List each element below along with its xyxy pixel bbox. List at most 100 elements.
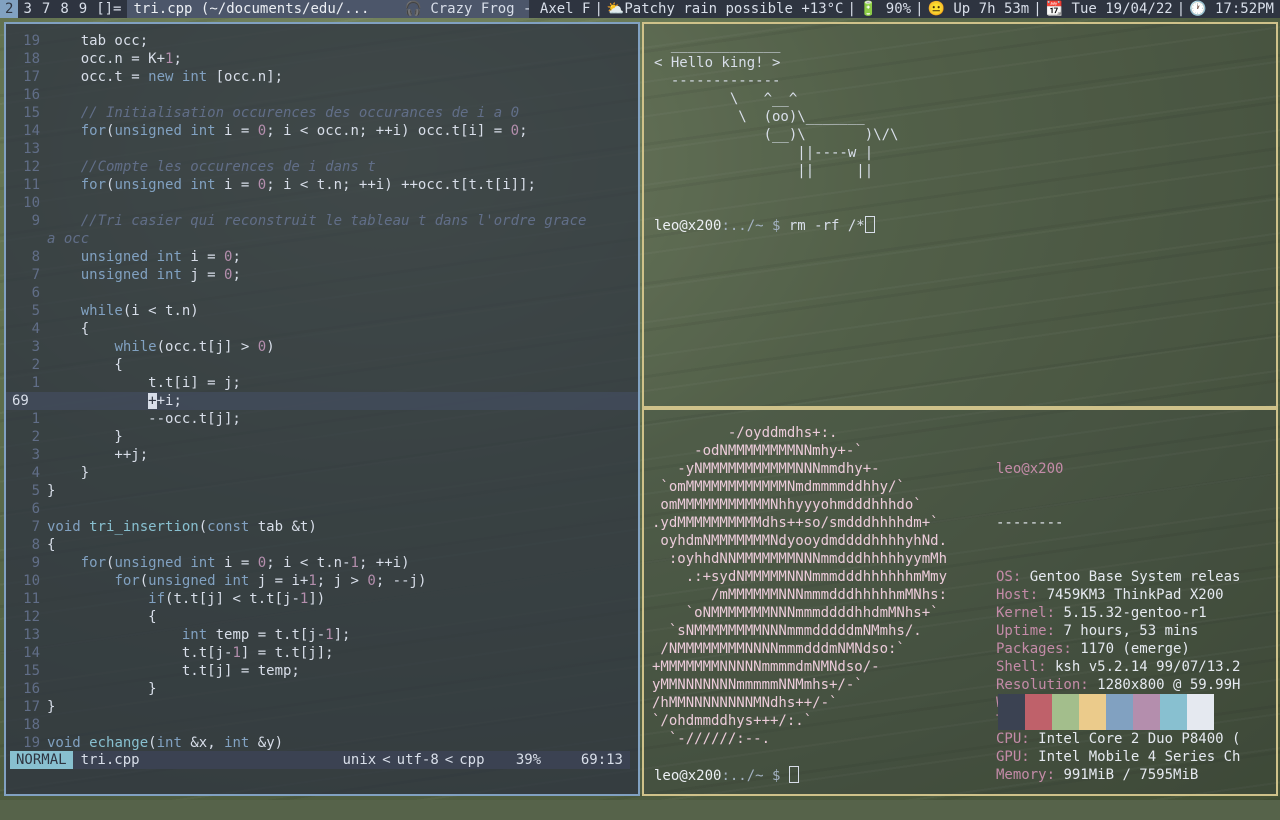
line-number: 7 xyxy=(31,267,40,283)
field-key: Kernel: xyxy=(996,605,1056,621)
vim-line[interactable]: 3 while(occ.t[j] > 0) xyxy=(6,338,638,356)
vim-line[interactable]: 5 while(i < t.n) xyxy=(6,302,638,320)
vim-line[interactable]: 12 //Compte les occurences de i dans t xyxy=(6,158,638,176)
music-status: 🎧 Crazy Frog - Axel F xyxy=(404,1,591,17)
line-number: 10 xyxy=(23,195,40,211)
color-swatch xyxy=(1079,694,1106,730)
line-text: { xyxy=(47,321,90,337)
color-swatch xyxy=(1160,694,1187,730)
vim-line[interactable]: 17} xyxy=(6,698,638,716)
vim-line[interactable]: 9 //Tri casier qui reconstruit le tablea… xyxy=(6,212,638,230)
layout-indicator[interactable]: []= xyxy=(92,0,127,18)
vim-window[interactable]: 19 tab occ; 18 occ.n = K+1; 17 occ.t = new… xyxy=(4,22,640,796)
vim-line[interactable]: 9 for(unsigned int i = 0; i < t.n-1; ++i… xyxy=(6,554,638,572)
vim-line[interactable]: 1 --occ.t[j]; xyxy=(6,410,638,428)
vim-cursor: + xyxy=(148,393,157,409)
vim-line[interactable]: 7 unsigned int j = 0; xyxy=(6,266,638,284)
field-value: 7 hours, 53 mins xyxy=(1055,623,1199,639)
tag-9[interactable]: 9 xyxy=(74,0,92,18)
field-value: ksh v5.2.14 99/07/13.2 xyxy=(1046,659,1241,675)
vim-line[interactable]: a occ xyxy=(6,230,638,248)
vim-line[interactable]: 16 } xyxy=(6,680,638,698)
line-text: void tri_insertion(const tab &t) xyxy=(47,519,317,535)
tag-2[interactable]: 2 xyxy=(0,0,19,18)
vim-line[interactable]: 12 { xyxy=(6,608,638,626)
vim-line[interactable]: 11 if(t.t[j] < t.t[j-1]) xyxy=(6,590,638,608)
tag-8[interactable]: 8 xyxy=(55,0,73,18)
vim-line[interactable]: 2 { xyxy=(6,356,638,374)
prompt-path: :../~ $ xyxy=(721,768,789,784)
neofetch-title: leo@x200 xyxy=(996,461,1064,477)
vim-line[interactable]: 14 for(unsigned int i = 0; i < occ.n; ++… xyxy=(6,122,638,140)
vim-line[interactable]: 17 occ.t = new int [occ.n]; xyxy=(6,68,638,86)
field-value: 1280x800 @ 59.99H xyxy=(1088,677,1241,693)
neofetch-info: leo@x200 -------- OS: Gentoo Base System… xyxy=(996,424,1240,820)
vim-line[interactable]: 6 xyxy=(6,284,638,302)
field-key: Memory: xyxy=(996,767,1056,783)
vim-line[interactable]: 11 for(unsigned int i = 0; i < t.n; ++i)… xyxy=(6,176,638,194)
vim-buffer[interactable]: 19 tab occ; 18 occ.n = K+1; 17 occ.t = new… xyxy=(6,32,638,752)
vim-line[interactable]: 4 } xyxy=(6,464,638,482)
field-value: Intel Core 2 Duo P8400 ( xyxy=(1029,731,1241,747)
separator: | xyxy=(915,1,924,17)
vim-line[interactable]: 16 xyxy=(6,86,638,104)
date-status: 📆 Tue 19/04/22 xyxy=(1045,1,1173,17)
vim-line[interactable]: 19 void echange(int &x, int &y) xyxy=(6,734,638,752)
line-text: for(unsigned int i = 0; i < t.n-1; ++i) xyxy=(80,555,410,571)
cowsay-terminal[interactable]: _____________ < Hello king! > ----------… xyxy=(642,22,1278,408)
vim-line[interactable]: 10 xyxy=(6,194,638,212)
field-value: 1170 (emerge) xyxy=(1071,641,1190,657)
vim-fileformat: unix xyxy=(342,752,377,768)
line-number: 7 xyxy=(31,519,40,535)
vim-line[interactable]: 5} xyxy=(6,482,638,500)
vim-encoding: utf-8 xyxy=(396,752,439,768)
vim-line[interactable]: 14 t.t[j-1] = t.t[j]; xyxy=(6,644,638,662)
tag-7[interactable]: 7 xyxy=(37,0,55,18)
vim-line[interactable]: 6 xyxy=(6,500,638,518)
prompt-path: :../~ $ xyxy=(721,218,789,234)
vim-line[interactable]: 8{ xyxy=(6,536,638,554)
line-number: 3 xyxy=(31,447,40,463)
vim-statusline: NORMAL tri.cpp unix < utf-8 < cpp 39% 69:13 xyxy=(10,751,630,769)
vim-line[interactable]: 7 void tri_insertion(const tab &t) xyxy=(6,518,638,536)
color-swatch xyxy=(1106,694,1133,730)
vim-line[interactable]: 15 // Initialisation occurences des occu… xyxy=(6,104,638,122)
line-text: } xyxy=(47,699,56,715)
line-number: 15 xyxy=(23,105,40,121)
color-swatch xyxy=(1133,694,1160,730)
field-key: OS: xyxy=(996,569,1022,585)
vim-line[interactable]: 19 tab occ; xyxy=(6,32,638,50)
vim-line[interactable]: 10 for(unsigned int j = i+1; j > 0; --j) xyxy=(6,572,638,590)
vim-current-line[interactable]: 69 ++i; xyxy=(6,392,638,410)
neofetch-field: OS: Gentoo Base System releas xyxy=(996,568,1240,586)
vim-line[interactable]: 8 unsigned int i = 0; xyxy=(6,248,638,266)
vim-line[interactable]: 4 { xyxy=(6,320,638,338)
color-swatch xyxy=(1187,694,1214,730)
vim-position: 69:13 xyxy=(580,752,623,768)
vim-line[interactable]: 18 xyxy=(6,716,638,734)
line-text: { xyxy=(47,357,123,373)
terminal-prompt-line[interactable]: leo@x200:../~ $ xyxy=(654,766,799,785)
separator: | xyxy=(594,1,603,17)
tag-3[interactable]: 3 xyxy=(18,0,36,18)
command-input[interactable]: rm -rf /* xyxy=(789,218,865,234)
line-number: 9 xyxy=(31,213,40,229)
vim-line[interactable]: 18 occ.n = K+1; xyxy=(6,50,638,68)
terminal-prompt-line[interactable]: leo@x200:../~ $ rm -rf /* xyxy=(654,216,875,235)
vim-line[interactable]: 15 t.t[j] = temp; xyxy=(6,662,638,680)
line-number: 11 xyxy=(23,177,40,193)
vim-percent: 39% xyxy=(515,752,542,768)
line-number: 14 xyxy=(23,123,40,139)
neofetch-terminal[interactable]: -/oyddmdhs+:. -odNMMMMMMMMNNmhy+-` -yNMM… xyxy=(642,408,1278,796)
vim-line[interactable]: 13 int temp = t.t[j-1]; xyxy=(6,626,638,644)
uptime-status: 😐 Up 7h 53m xyxy=(927,1,1030,17)
cowsay-art: _____________ < Hello king! > ----------… xyxy=(654,37,899,179)
vim-line[interactable]: 2 } xyxy=(6,428,638,446)
field-key: Packages: xyxy=(996,641,1072,657)
status-text: 🎧 Crazy Frog - Axel F | ⛅Patchy rain possi… xyxy=(404,0,1274,18)
vim-line[interactable]: 13 xyxy=(6,140,638,158)
line-text: if(t.t[j] < t.t[j-1]) xyxy=(148,591,326,607)
vim-line[interactable]: 3 ++j; xyxy=(6,446,638,464)
vim-line[interactable]: 1 t.t[i] = j; xyxy=(6,374,638,392)
line-number: 8 xyxy=(31,537,40,553)
